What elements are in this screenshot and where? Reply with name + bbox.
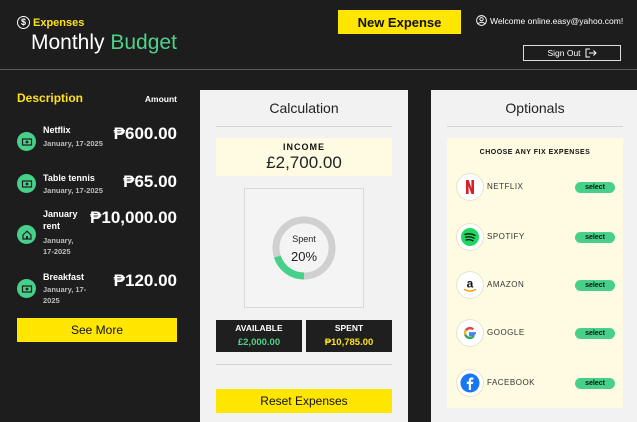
optionals-panel: Optionals CHOOSE ANY FIX EXPENSES NETFLI…: [431, 90, 637, 422]
available-label: AVAILABLE: [235, 323, 283, 333]
description-title: Description: [17, 91, 84, 105]
calculation-panel: Calculation INCOME £2,700.00 Spent 20% A…: [200, 90, 408, 422]
expense-item[interactable]: January rent January, 17-2025 ₱10,000.00: [17, 208, 177, 260]
expense-date: January, 17-2025: [43, 236, 74, 256]
income-box: INCOME £2,700.00: [216, 138, 392, 176]
available-value: £2,000.00: [237, 337, 281, 348]
expense-amount: ₱65.00: [123, 172, 177, 191]
welcome-message: Welcome online.easy@yahoo.com!: [476, 15, 623, 26]
available-box: AVAILABLE £2,000.00: [216, 320, 302, 352]
optional-name: FACEBOOK: [487, 378, 536, 387]
expense-date: January, 17-2025: [43, 285, 87, 305]
expense-name: January rent: [43, 209, 78, 231]
spotify-icon: [457, 224, 483, 250]
select-spotify-button[interactable]: select: [575, 232, 615, 243]
select-amazon-button[interactable]: select: [575, 280, 615, 291]
select-google-button[interactable]: select: [575, 328, 615, 339]
welcome-text: Welcome online.easy@yahoo.com!: [490, 15, 624, 26]
optional-name: SPOTIFY: [487, 232, 525, 241]
expense-name: Breakfast: [43, 272, 85, 282]
facebook-icon: [457, 370, 483, 396]
select-facebook-button[interactable]: select: [575, 378, 615, 389]
optional-item-spotify: SPOTIFY select: [457, 224, 615, 250]
cash-icon: [17, 279, 36, 298]
optionals-list: CHOOSE ANY FIX EXPENSES NETFLIX select S…: [447, 138, 623, 408]
cash-icon: [17, 174, 36, 193]
spent-value: ₱10,785.00: [324, 337, 374, 348]
spent-gauge-percent: 20%: [290, 249, 318, 264]
spent-title: SPENT: [334, 323, 364, 333]
page-title: Monthly Budget: [31, 31, 177, 55]
user-icon: [476, 15, 487, 26]
expense-amount: ₱600.00: [113, 124, 177, 143]
sign-out-label: Sign Out: [547, 48, 581, 58]
income-label: INCOME: [283, 142, 325, 152]
optional-name: AMAZON: [487, 280, 525, 289]
cash-icon: [17, 132, 36, 151]
spent-gauge-label: Spent: [292, 234, 316, 244]
optional-name: GOOGLE: [487, 328, 525, 337]
optional-item-netflix: NETFLIX select: [457, 174, 615, 200]
expense-name: Table tennis: [43, 173, 95, 183]
sign-out-button[interactable]: Sign Out: [523, 45, 621, 61]
divider: [216, 126, 392, 127]
brand: $ Expenses: [17, 16, 84, 29]
divider: [216, 364, 392, 365]
google-icon: [457, 320, 483, 346]
page-title-primary: Monthly: [31, 31, 105, 54]
expense-amount: ₱10,000.00: [90, 208, 177, 227]
amazon-icon: a: [457, 272, 483, 298]
optional-item-amazon: a AMAZON select: [457, 272, 615, 298]
calculation-title: Calculation: [269, 100, 339, 116]
sign-out-icon: [585, 48, 597, 58]
expense-date: January, 17-2025: [43, 186, 103, 195]
expense-item[interactable]: Table tennis January, 17-2025 ₱65.00: [17, 172, 177, 196]
expenses-header: Description Amount: [17, 91, 177, 105]
expense-item[interactable]: Breakfast January, 17-2025 ₱120.00: [17, 270, 177, 308]
optional-item-facebook: FACEBOOK select: [457, 370, 615, 396]
header: $ Expenses Monthly Budget New Expense We…: [0, 0, 637, 70]
page-title-accent: Budget: [110, 31, 177, 54]
income-value: £2,700.00: [266, 153, 342, 172]
reset-expenses-button[interactable]: Reset Expenses: [216, 389, 392, 413]
spent-gauge-ring: [272, 216, 336, 280]
expense-item[interactable]: Netflix January, 17-2025 ₱600.00: [17, 124, 177, 160]
spent-box: SPENT ₱10,785.00: [306, 320, 392, 352]
optional-item-google: GOOGLE select: [457, 320, 615, 346]
amount-title: Amount: [144, 94, 177, 104]
select-netflix-button[interactable]: select: [575, 182, 615, 193]
optionals-heading: CHOOSE ANY FIX EXPENSES: [479, 149, 591, 156]
svg-text:a: a: [467, 277, 474, 291]
expense-date: January, 17-2025: [43, 139, 103, 148]
divider: [447, 126, 623, 127]
optional-name: NETFLIX: [487, 182, 524, 191]
spent-gauge: Spent 20%: [244, 188, 364, 308]
expense-name: Netflix: [43, 125, 71, 135]
brand-label: Expenses: [33, 16, 85, 29]
home-icon: [17, 225, 36, 244]
dollar-icon: $: [17, 16, 30, 29]
expense-amount: ₱120.00: [113, 271, 177, 290]
see-more-button[interactable]: See More: [17, 318, 177, 342]
new-expense-button[interactable]: New Expense: [338, 10, 461, 34]
optionals-title: Optionals: [505, 100, 565, 116]
netflix-icon: [457, 174, 483, 200]
